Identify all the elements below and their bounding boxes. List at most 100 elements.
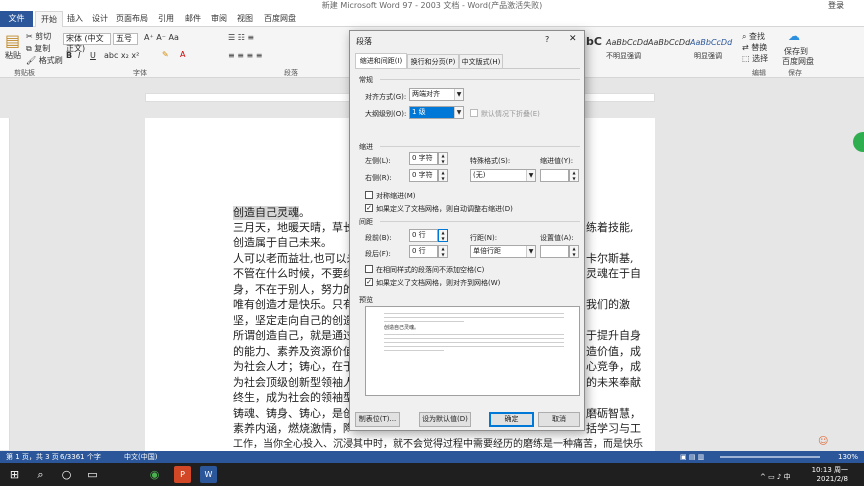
at-spinner[interactable]: ▲ ▼ [569,245,579,258]
clock-date[interactable]: 2021/2/8 [808,475,848,483]
float-helper-icon[interactable]: ☺ [818,436,832,448]
tab-asian-typography[interactable]: 中文版式(H) [459,54,503,68]
help-button[interactable]: ? [545,35,549,44]
tab-line-page-breaks[interactable]: 换行和分页(P) [407,54,459,68]
find-button[interactable]: ⌕ 查找 [742,31,765,42]
tab-baidu[interactable]: 百度网盘 [261,11,299,27]
underline-button[interactable]: U [90,51,96,60]
indent-by-spinner[interactable]: ▲ ▼ [569,169,579,182]
start-icon[interactable]: ⊞ [6,466,23,483]
zoom-level[interactable]: 130% [838,451,858,463]
left-indent-input[interactable]: 0 字符 [409,152,438,165]
doc-right-7[interactable]: 心竞争，成 [586,359,650,375]
mirror-indent-checkbox[interactable] [365,191,373,199]
font-name-combo[interactable]: 宋体 (中文正文) [63,33,111,53]
page-count[interactable]: 第 1 页，共 3 页 [6,451,59,463]
paste-icon[interactable]: ▤ [5,31,20,50]
doc-right-10[interactable]: 括学习与工 [586,421,650,437]
tab-review[interactable]: 审阅 [207,11,231,27]
grow-font-icon[interactable]: A⁺ A⁻ Aa [144,33,179,42]
word-count[interactable]: 6/3361 个字 [60,451,101,463]
style-sample-2[interactable]: AaBbCcDd [648,38,690,47]
copy-button[interactable]: ⧉ 复制 [26,43,50,54]
baidu-cloud-icon[interactable]: ☁ [788,29,800,43]
powerpoint-icon[interactable]: P [174,466,191,483]
style-subtle-emphasis[interactable]: 不明显强调 [606,51,641,61]
paste-button[interactable]: 粘贴 [5,50,21,61]
taskview-icon[interactable]: ▭ [84,466,101,483]
select-button[interactable]: ⬚ 选择 [742,53,768,64]
list-icons[interactable]: ☰ ☷ ≡ [228,33,254,42]
collapse-checkbox[interactable] [470,109,478,117]
doc-line-14[interactable]: 铸魂、铸身、铸心，是创造 [233,406,349,422]
special-select[interactable]: (无) ▼ [470,169,536,182]
tab-file[interactable]: 文件 [0,11,33,27]
italic-button[interactable]: I [78,51,80,60]
language-indicator[interactable]: 中文(中国) [124,451,157,463]
browser-icon[interactable]: ◉ [146,466,163,483]
tab-design[interactable]: 设计 [88,11,112,27]
style-sample-3[interactable]: AaBbCcDd [690,38,732,47]
replace-button[interactable]: ⇄ 替换 [742,42,767,53]
doc-right-6[interactable]: 造价值，成 [586,344,650,360]
doc-line-12[interactable]: 为社会顶级创新型领袖人术 [233,375,349,391]
doc-right-1[interactable]: 练着技能, [586,220,650,236]
doc-line-10[interactable]: 的能力、素养及资源价值， [233,344,349,360]
close-icon[interactable]: ✕ [569,34,577,44]
doc-right-2[interactable]: 卡尔斯基, [586,251,650,267]
left-indent-spinner[interactable]: ▲ ▼ [438,152,448,165]
no-space-checkbox[interactable] [365,265,373,273]
view-icons[interactable]: ▣ ▤ ▥ [680,451,704,463]
tab-home[interactable]: 开始 [35,11,63,27]
highlight-icon[interactable]: ✎ [162,50,169,59]
line-spacing-select[interactable]: 单倍行距 ▼ [470,245,536,258]
ok-button[interactable]: 确定 [489,412,534,427]
login-link[interactable]: 登录 [828,0,844,11]
indent-by-input[interactable] [540,169,569,182]
doc-line-9[interactable]: 所谓创造自己，就是通过看 [233,328,349,344]
before-input[interactable]: 0 行 [409,229,438,242]
tab-view[interactable]: 视图 [234,11,256,27]
clock-time[interactable]: 10:13 周一 [808,465,848,475]
font-size-combo[interactable]: 五号 [113,33,138,45]
alignment-select[interactable]: 两端对齐 ▼ [409,88,464,101]
tab-layout[interactable]: 页面布局 [114,11,150,27]
doc-line-4[interactable]: 人可以老而益壮,也可以未 [233,251,349,267]
align-icons[interactable]: ≡ ≡ ≡ ≡ [228,51,262,60]
doc-line-8[interactable]: 坚，坚定走向自己的创造自 [233,313,349,329]
zoom-slider[interactable] [720,456,820,458]
doc-right-9[interactable]: 磨砺智慧， [586,406,650,422]
after-input[interactable]: 0 行 [409,245,438,258]
tab-mailings[interactable]: 邮件 [181,11,205,27]
doc-right-8[interactable]: 的未来奉献 [586,375,650,391]
strikethrough-icon[interactable]: abc x₂ x² [104,51,139,60]
right-indent-spinner[interactable]: ▲ ▼ [438,169,448,182]
tab-insert[interactable]: 插入 [64,11,86,27]
tabs-button[interactable]: 制表位(T)... [355,412,400,427]
tab-indents-spacing[interactable]: 缩进和间距(I) [355,53,407,69]
doc-line-7[interactable]: 唯有创造才是快乐。只有创 [233,297,349,313]
doc-right-4[interactable]: 我们的激 [586,297,650,313]
tray-icons[interactable]: ^ ▭ ♪ 中 [760,472,791,482]
doc-right-5[interactable]: 于提升自身 [586,328,650,344]
snap-grid-checkbox[interactable]: ✓ [365,278,373,286]
doc-line-11[interactable]: 为社会人才；铸心，在于提 [233,359,349,375]
bold-button[interactable]: B [66,51,72,60]
search-icon[interactable]: ⌕ [32,466,49,483]
doc-right-3[interactable]: 灵魂在于自 [586,266,650,282]
green-float-icon[interactable] [853,132,864,152]
vertical-ruler[interactable] [0,118,10,450]
style-sample-1[interactable]: AaBbCcDd [606,38,648,47]
style-intense-emphasis[interactable]: 明显强调 [694,51,722,61]
format-painter-button[interactable]: 🖌 格式刷 [26,55,63,66]
doc-line-5[interactable]: 不管在什么时候，不要纠结 [233,266,349,282]
doc-line-3[interactable]: 创造属于自己未来。 [233,235,349,251]
doc-line-6[interactable]: 身，不在于别人，努力的纟 [233,282,349,298]
doc-line-15[interactable]: 素养内涵，燃烧激情，陶治 [233,421,349,437]
right-indent-input[interactable]: 0 字符 [409,169,438,182]
doc-line-2[interactable]: 三月天，地暖天晴，草长莺 [233,220,349,236]
style-fragment[interactable]: bC [586,35,602,48]
at-input[interactable] [540,245,569,258]
set-default-button[interactable]: 设为默认值(D) [419,412,471,427]
task-view-icon[interactable]: ○ [58,466,75,483]
